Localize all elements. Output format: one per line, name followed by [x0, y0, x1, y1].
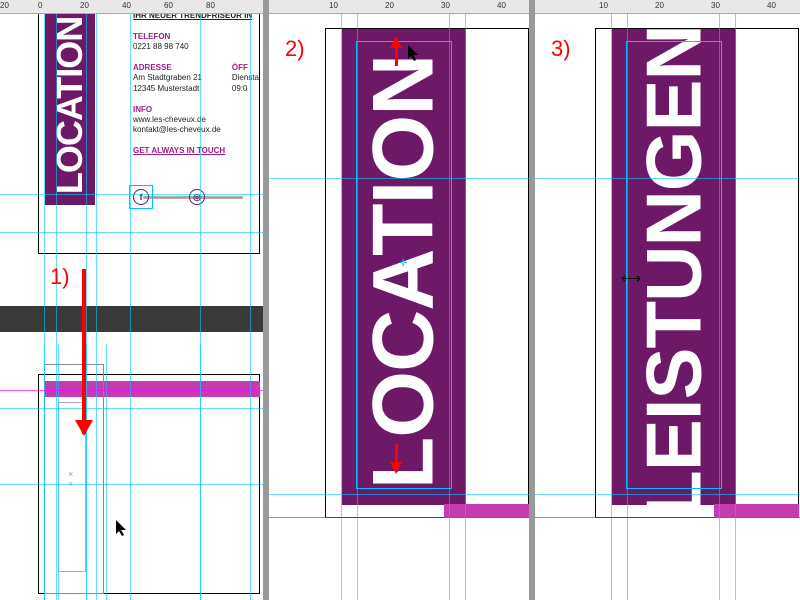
- guide-v[interactable]: [58, 344, 59, 600]
- guide-h-magenta[interactable]: [535, 517, 800, 518]
- selected-frame[interactable]: [626, 41, 722, 489]
- overset-mark-icon: ×: [68, 469, 73, 479]
- guide-h[interactable]: [0, 232, 263, 233]
- ruler-horizontal[interactable]: 20 0 20 40 60 80: [0, 0, 263, 14]
- touch-header: GET ALWAYS IN TOUCH: [133, 146, 259, 156]
- ruler-tick: 40: [767, 1, 776, 10]
- cursor-arrow-icon: [407, 44, 421, 67]
- canvas-2[interactable]: LOCATION 2) ✛: [269, 14, 529, 600]
- resize-arrow-up-icon: [395, 38, 398, 66]
- ruler-tick: 30: [441, 1, 450, 10]
- ruler-horizontal[interactable]: 10 20 30 40: [535, 0, 800, 14]
- purple-strip: [714, 504, 799, 518]
- guide-h[interactable]: [535, 494, 800, 495]
- guide-v[interactable]: [96, 14, 97, 600]
- guide-v[interactable]: [341, 14, 342, 600]
- ruler-tick: 10: [599, 1, 608, 10]
- tagline: IHR NEUER TRENDFRISEUR IN: [133, 14, 259, 21]
- step-label-2: 2): [285, 36, 305, 62]
- guide-h[interactable]: [0, 408, 263, 409]
- ruler-tick: 20: [385, 1, 394, 10]
- guide-h-magenta[interactable]: [0, 390, 263, 391]
- guide-v[interactable]: [106, 344, 107, 600]
- dark-divider-band: [0, 306, 263, 332]
- guide-v[interactable]: [735, 14, 736, 600]
- guide-v[interactable]: [627, 14, 628, 600]
- purple-strip: [444, 504, 529, 518]
- guide-h[interactable]: [269, 178, 529, 179]
- panel-3: 10 20 30 40 LEISTUNGEN 3) ⟷: [535, 0, 800, 600]
- canvas-3[interactable]: LEISTUNGEN 3) ⟷: [535, 14, 800, 600]
- guide-v[interactable]: [357, 14, 358, 600]
- guide-v[interactable]: [250, 14, 251, 600]
- ruler-tick: 80: [206, 1, 215, 10]
- info-header: INFO: [133, 105, 259, 115]
- guide-v[interactable]: [611, 14, 612, 600]
- guide-v[interactable]: [56, 14, 57, 600]
- adresse-line1: Am Stadtgraben 21: [133, 73, 202, 83]
- guide-v[interactable]: [465, 14, 466, 600]
- info-block: IHR NEUER TRENDFRISEUR IN TELEFON 0221 8…: [133, 14, 259, 156]
- guide-h-magenta[interactable]: [269, 517, 529, 518]
- document-page-top[interactable]: LOCATION IHR NEUER TRENDFRISEUR IN TELEF…: [38, 14, 260, 254]
- arrow-drag-down-icon: [82, 269, 86, 434]
- telefon-value: 0221 88 98 740: [133, 42, 259, 52]
- sidebar-purple-box[interactable]: LOCATION: [45, 14, 95, 205]
- guide-v[interactable]: [130, 14, 131, 600]
- selection-box[interactable]: [129, 185, 153, 209]
- ruler-horizontal[interactable]: 10 20 30 40: [269, 0, 529, 14]
- panel-1: 20 0 20 40 60 80 LOCATION IHR NEUER TREN…: [0, 0, 263, 600]
- guide-v[interactable]: [86, 344, 87, 600]
- ruler-tick: 20: [655, 1, 664, 10]
- info-url: www.les-cheveux.de: [133, 115, 259, 125]
- ruler-tick: 60: [164, 1, 173, 10]
- guide-v[interactable]: [44, 344, 45, 600]
- off-line1: Diensta: [232, 73, 259, 83]
- telefon-header: TELEFON: [133, 32, 259, 42]
- adresse-line2: 12345 Musterstadt: [133, 84, 202, 94]
- cursor-arrow-icon: [115, 519, 129, 542]
- adresse-header: ADRESSE: [133, 63, 202, 73]
- guide-v[interactable]: [449, 14, 450, 600]
- guide-h[interactable]: [535, 178, 800, 179]
- guide-h[interactable]: [269, 494, 529, 495]
- ruler-tick: 20: [80, 1, 89, 10]
- guide-v[interactable]: [719, 14, 720, 600]
- ruler-tick: 10: [329, 1, 338, 10]
- ruler-tick: 40: [497, 1, 506, 10]
- ruler-tick: 30: [711, 1, 720, 10]
- center-anchor-icon: ✛: [399, 258, 407, 269]
- guide-h[interactable]: [0, 484, 263, 485]
- guide-v[interactable]: [200, 344, 201, 600]
- step-label-1: 1): [50, 264, 70, 290]
- off-header: ÖFF: [232, 63, 259, 73]
- instagram-icon[interactable]: ◎: [189, 189, 205, 205]
- info-email: kontakt@les-cheveux.de: [133, 125, 259, 135]
- step-label-3: 3): [551, 36, 571, 62]
- panel-2: 10 20 30 40 LOCATION 2) ✛: [269, 0, 529, 600]
- off-line2: 09:0: [232, 84, 259, 94]
- document-page[interactable]: LOCATION: [325, 28, 529, 518]
- text-cursor-icon: ⟷: [621, 270, 639, 287]
- ruler-tick: 0: [38, 1, 42, 10]
- guide-h[interactable]: [0, 194, 263, 195]
- resize-arrow-down-icon: [395, 444, 398, 472]
- ruler-tick: 20: [0, 1, 9, 10]
- canvas-1[interactable]: LOCATION IHR NEUER TRENDFRISEUR IN TELEF…: [0, 14, 263, 600]
- ruler-tick: 40: [122, 1, 131, 10]
